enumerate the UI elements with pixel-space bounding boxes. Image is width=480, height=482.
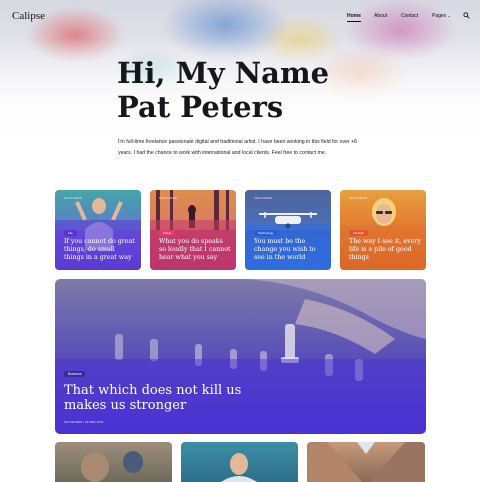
chevron-down-icon: ⌄ bbox=[446, 13, 451, 18]
card-title[interactable]: You must be the change you wish to see i… bbox=[254, 238, 326, 261]
nav-pages[interactable]: Pages ⌄ bbox=[432, 13, 451, 19]
post-card-2[interactable]: FEATURED Travel What you do speaks so lo… bbox=[150, 190, 236, 270]
card-tag[interactable]: Travel bbox=[159, 230, 176, 236]
post-card-5[interactable] bbox=[55, 442, 172, 482]
nav-home[interactable]: Home bbox=[347, 13, 361, 22]
card-tag[interactable]: Life bbox=[64, 230, 77, 236]
hero-title-line-1: Hi, My Name bbox=[117, 56, 330, 90]
featured-tag[interactable]: Business bbox=[64, 371, 86, 377]
people-photo bbox=[81, 451, 143, 482]
featured-title[interactable]: That which does not kill us makes us str… bbox=[64, 383, 284, 413]
nav-contact[interactable]: Contact bbox=[401, 13, 418, 19]
featured-meta: PAT PETERS • 19 MAR 2022 bbox=[64, 420, 104, 424]
post-card-4[interactable]: FEATURED Lifestyle The way I see it, eve… bbox=[340, 190, 426, 270]
post-card-7[interactable] bbox=[307, 442, 425, 482]
man-laughing-photo bbox=[221, 453, 257, 482]
nav-pages-label: Pages bbox=[432, 13, 447, 19]
card-title[interactable]: If you cannot do great things, do small … bbox=[64, 238, 136, 261]
nav-about[interactable]: About bbox=[374, 13, 387, 19]
card-title[interactable]: The way I see it, every life is a pile o… bbox=[349, 238, 421, 261]
hero-intro-text: I'm full-time freelance passionate digit… bbox=[118, 139, 358, 156]
card-tag[interactable]: Technology bbox=[254, 230, 278, 236]
main-nav: Home About Contact Pages ⌄ bbox=[0, 13, 480, 23]
post-card-3[interactable]: FEATURED Technology You must be the chan… bbox=[245, 190, 331, 270]
featured-post[interactable]: Business That which does not kill us mak… bbox=[55, 279, 426, 434]
card-category: FEATURED bbox=[159, 196, 178, 200]
card-category: FEATURED bbox=[349, 196, 368, 200]
post-card-6[interactable] bbox=[181, 442, 298, 482]
card-category: FEATURED bbox=[254, 196, 273, 200]
card-title[interactable]: What you do speaks so loudly that I cann… bbox=[159, 238, 231, 261]
post-card-1[interactable]: FEATURED Life If you cannot do great thi… bbox=[55, 190, 141, 270]
search-icon[interactable] bbox=[463, 12, 470, 19]
card-tag[interactable]: Lifestyle bbox=[349, 230, 369, 236]
hero-title-line-2: Pat Peters bbox=[117, 90, 284, 124]
buildings-photo bbox=[307, 442, 425, 482]
card-category: FEATURED bbox=[64, 196, 83, 200]
hero-title: Hi, My Name Pat Peters bbox=[117, 56, 377, 124]
